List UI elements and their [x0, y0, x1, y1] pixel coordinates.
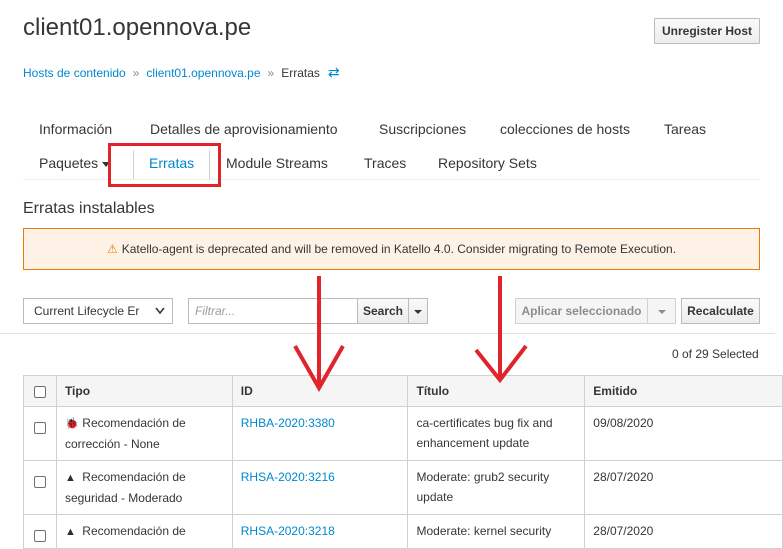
- annotation-arrow-icon: [293, 276, 345, 393]
- tab-detalles-aprovisionamiento[interactable]: Detalles de aprovisionamiento: [150, 121, 338, 137]
- issued-cell: 28/07/2020: [584, 514, 783, 549]
- breadcrumb-current: Erratas: [281, 65, 320, 80]
- warning-triangle-icon: ▲: [64, 472, 76, 484]
- tab-traces[interactable]: Traces: [364, 155, 406, 171]
- apply-selected-button[interactable]: Aplicar seleccionado: [515, 298, 648, 324]
- select-all-cell: [23, 375, 57, 407]
- column-header-emitido[interactable]: Emitido: [584, 375, 783, 407]
- switcher-icon[interactable]: ⇄: [328, 64, 340, 81]
- table-header-row: Tipo ID Título Emitido: [23, 375, 783, 407]
- recalculate-button[interactable]: Recalculate: [681, 298, 760, 324]
- warning-triangle-icon: ▲: [64, 526, 76, 538]
- tab-colecciones-hosts[interactable]: colecciones de hosts: [500, 121, 630, 137]
- type-cell: 🐞 Recomendación de corrección - None: [55, 406, 233, 461]
- type-line1: Recomendación de: [82, 470, 186, 484]
- tab-suscripciones[interactable]: Suscripciones: [379, 121, 466, 137]
- alert-text: Katello-agent is deprecated and will be …: [121, 242, 677, 256]
- title-cell: ca-certificates bug fix and enhancement …: [407, 406, 586, 461]
- deprecation-alert: ⚠ Katello-agent is deprecated and will b…: [23, 228, 760, 270]
- type-line2: corrección - None: [64, 437, 160, 451]
- table-row: ▲ Recomendación de seguridad - Moderado …: [23, 460, 783, 515]
- tab-paquetes-label: Paquetes: [39, 155, 99, 171]
- caret-down-icon: [657, 309, 666, 314]
- errata-id-link[interactable]: RHBA-2020:3380: [241, 416, 335, 430]
- search-button[interactable]: Search: [357, 298, 409, 324]
- title-cell: Moderate: grub2 security update: [407, 460, 586, 515]
- warning-triangle-icon: ⚠: [106, 242, 118, 256]
- breadcrumb-host-link[interactable]: client01.opennova.pe: [146, 66, 260, 80]
- row-checkbox[interactable]: [33, 421, 46, 434]
- select-all-checkbox[interactable]: [33, 385, 46, 398]
- lifecycle-select-value: Current Lifecycle Er: [34, 304, 140, 318]
- tab-tareas[interactable]: Tareas: [664, 121, 706, 137]
- id-cell: RHSA-2020:3218: [231, 514, 409, 549]
- tab-repository-sets[interactable]: Repository Sets: [438, 155, 537, 171]
- table-row: 🐞 Recomendación de corrección - None RHB…: [23, 406, 783, 461]
- type-line1: Recomendación de: [82, 524, 186, 538]
- type-line1: Recomendación de: [82, 416, 186, 430]
- apply-options-button[interactable]: [647, 298, 676, 324]
- breadcrumb: Hosts de contenido » client01.opennova.p…: [23, 64, 340, 81]
- bug-icon: 🐞: [64, 418, 79, 430]
- row-checkbox[interactable]: [33, 529, 46, 542]
- annotation-highlight-box: [108, 143, 221, 187]
- id-cell: RHSA-2020:3216: [231, 460, 409, 515]
- breadcrumb-separator: »: [267, 65, 275, 80]
- search-options-button[interactable]: [408, 298, 428, 324]
- id-cell: RHBA-2020:3380: [231, 406, 409, 461]
- page-title: client01.opennova.pe: [23, 14, 252, 41]
- type-line2: seguridad - Moderado: [64, 491, 183, 505]
- selected-count: 0 of 29 Selected: [672, 347, 759, 361]
- breadcrumb-hosts-link[interactable]: Hosts de contenido: [23, 66, 126, 80]
- section-title: Erratas instalables: [23, 200, 155, 217]
- chevron-down-icon: [155, 300, 165, 323]
- title-line2: enhancement update: [416, 436, 530, 450]
- row-select-cell: [23, 514, 57, 549]
- title-line1: Moderate: kernel security: [416, 524, 552, 538]
- errata-table: Tipo ID Título Emitido 🐞 Recomendación d…: [23, 375, 783, 549]
- unregister-host-button[interactable]: Unregister Host: [654, 18, 760, 44]
- row-select-cell: [23, 460, 57, 515]
- lifecycle-select[interactable]: Current Lifecycle Er: [23, 298, 173, 324]
- annotation-arrow-icon: [474, 276, 528, 384]
- tab-informacion[interactable]: Información: [39, 121, 112, 137]
- column-header-tipo[interactable]: Tipo: [55, 375, 233, 407]
- errata-id-link[interactable]: RHSA-2020:3218: [241, 524, 335, 538]
- issued-cell: 09/08/2020: [584, 406, 783, 461]
- title-line2: update: [416, 490, 454, 504]
- row-checkbox[interactable]: [33, 475, 46, 488]
- title-cell: Moderate: kernel security: [407, 514, 586, 549]
- tab-paquetes[interactable]: Paquetes: [39, 155, 111, 171]
- row-select-cell: [23, 406, 57, 461]
- toolbar-divider: [0, 333, 775, 334]
- type-cell: ▲ Recomendación de seguridad - Moderado: [55, 460, 233, 515]
- breadcrumb-separator: »: [132, 65, 140, 80]
- table-row: ▲ Recomendación de RHSA-2020:3218 Modera…: [23, 514, 783, 549]
- tab-module-streams[interactable]: Module Streams: [226, 155, 328, 171]
- errata-id-link[interactable]: RHSA-2020:3216: [241, 470, 335, 484]
- title-line1: ca-certificates bug fix and: [416, 416, 553, 430]
- title-line1: Moderate: grub2 security: [416, 470, 550, 484]
- type-cell: ▲ Recomendación de: [55, 514, 233, 549]
- caret-down-icon: [414, 309, 422, 314]
- issued-cell: 28/07/2020: [584, 460, 783, 515]
